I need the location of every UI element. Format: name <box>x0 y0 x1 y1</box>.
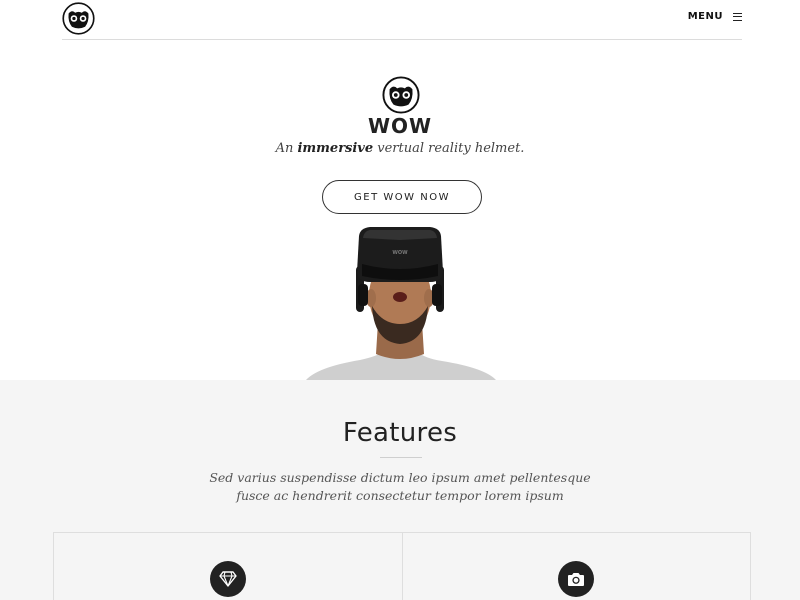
features-description-line: Sed varius suspendisse dictum leo ipsum … <box>209 470 591 485</box>
owl-logo-icon <box>382 76 420 114</box>
title-divider <box>380 457 422 458</box>
features-description: Sed varius suspendisse dictum leo ipsum … <box>0 469 800 505</box>
headset-label: WOW <box>392 250 408 256</box>
feature-card <box>401 533 751 600</box>
owl-logo-icon[interactable] <box>62 2 95 35</box>
hamburger-icon <box>733 12 742 21</box>
tagline-prefix: An <box>275 141 298 156</box>
top-navbar: MENU <box>62 0 742 40</box>
camera-icon <box>558 561 595 597</box>
menu-button[interactable]: MENU <box>688 11 742 22</box>
hero-tagline: An immersive vertual reality helmet. <box>0 141 800 156</box>
diamond-icon <box>209 561 246 597</box>
hero-section: WOW An immersive vertual reality helmet.… <box>0 41 800 380</box>
feature-card <box>54 533 402 600</box>
menu-label: MENU <box>687 11 723 22</box>
get-wow-now-button[interactable]: GET WOW NOW <box>322 180 482 214</box>
feature-grid <box>53 532 751 600</box>
tagline-emphasis: immersive <box>297 141 374 156</box>
brand-name: WOW <box>367 114 433 138</box>
tagline-suffix: vertual reality helmet. <box>373 141 525 156</box>
features-title: Features <box>342 418 458 448</box>
features-description-line: fusce ac hendrerit consectetur tempor lo… <box>236 488 564 503</box>
vr-headset-person-image: WOW <box>306 227 496 380</box>
features-section: Features Sed varius suspendisse dictum l… <box>0 380 800 600</box>
